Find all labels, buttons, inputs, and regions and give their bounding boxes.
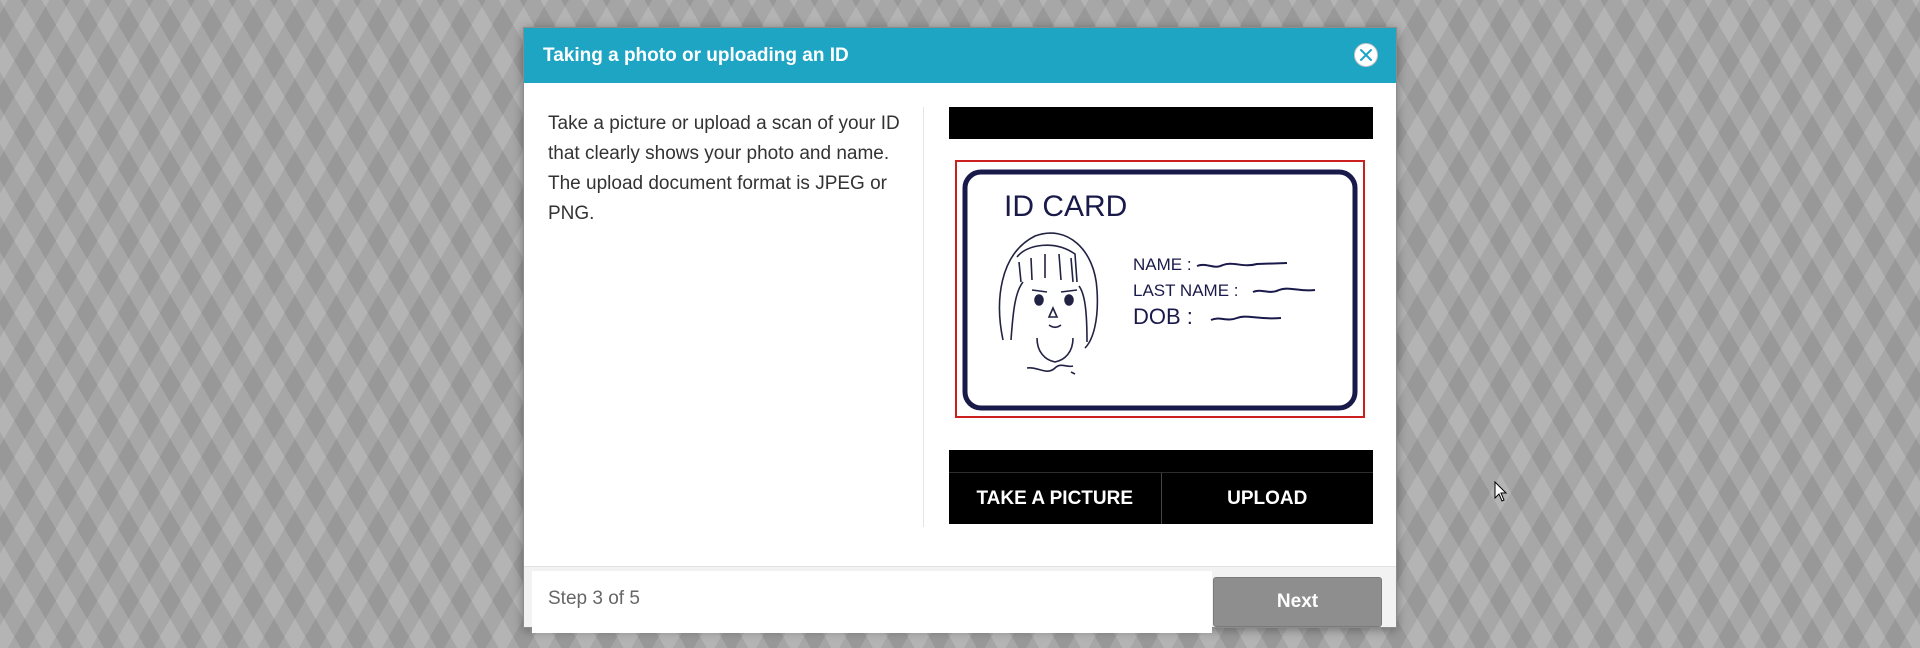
- modal-footer: Step 3 of 5 Next: [524, 566, 1396, 633]
- id-upload-modal: Taking a photo or uploading an ID Take a…: [523, 27, 1397, 633]
- preview-bottom-bar: [949, 450, 1373, 472]
- id-card-heading: ID CARD: [1004, 190, 1127, 223]
- camera-preview: ID CARD NAME: LAST NAME: DOB:: [949, 139, 1373, 450]
- step-indicator: Step 3 of 5: [532, 571, 1212, 633]
- upload-button[interactable]: UPLOAD: [1160, 473, 1374, 524]
- modal-body: Take a picture or upload a scan of your …: [524, 83, 1396, 569]
- instructions-text: Take a picture or upload a scan of your …: [548, 113, 900, 224]
- close-icon: [1360, 49, 1372, 61]
- capture-actions: TAKE A PICTURE UPLOAD: [949, 472, 1373, 524]
- close-button[interactable]: [1354, 43, 1378, 67]
- next-button[interactable]: Next: [1213, 577, 1382, 627]
- modal-title: Taking a photo or uploading an ID: [543, 45, 849, 66]
- column-divider: [923, 107, 924, 527]
- take-picture-button[interactable]: TAKE A PICTURE: [949, 473, 1161, 524]
- step-text: Step 3 of 5: [548, 588, 640, 609]
- id-guide-frame: ID CARD NAME: LAST NAME: DOB:: [955, 160, 1365, 418]
- id-field-dob: DOB :: [1133, 304, 1193, 329]
- id-card-illustration: ID CARD NAME: LAST NAME: DOB:: [962, 169, 1358, 411]
- id-field-name: NAME :: [1133, 255, 1192, 274]
- preview-top-bar: [949, 107, 1373, 139]
- camera-panel: ID CARD NAME: LAST NAME: DOB: TAKE A …: [949, 107, 1373, 527]
- mouse-cursor-icon: [1494, 481, 1508, 502]
- modal-header: Taking a photo or uploading an ID: [524, 28, 1396, 83]
- id-field-last-name: LAST NAME :: [1133, 281, 1239, 300]
